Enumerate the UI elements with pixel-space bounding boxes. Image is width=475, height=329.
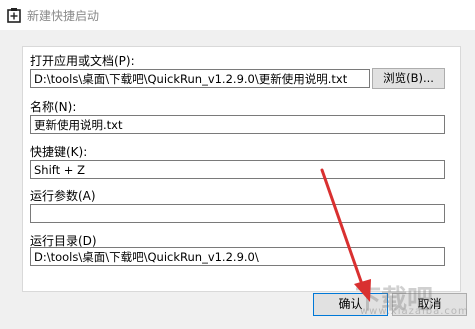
window-title: 新建快捷启动 [27,9,100,23]
hotkey-input[interactable]: Shift + Z [30,160,445,179]
name-label: 名称(N): [30,100,77,114]
watermark-url: www.xiazaiba.com [360,306,469,317]
workdir-input[interactable]: D:\tools\桌面\下载吧\QuickRun_v1.2.9.0\ [30,247,445,266]
hotkey-label: 快捷键(K): [30,145,88,159]
file-path-input[interactable]: D:\tools\桌面\下载吧\QuickRun_v1.2.9.0\更新使用说明… [30,69,370,88]
title-bar: 新建快捷启动 [0,0,475,30]
browse-button[interactable]: 浏览(B)... [372,68,445,89]
app-icon [6,7,22,23]
name-input[interactable]: 更新使用说明.txt [30,115,445,134]
args-input[interactable] [30,204,445,223]
args-label: 运行参数(A) [30,189,96,203]
file-label: 打开应用或文档(P): [30,54,135,68]
